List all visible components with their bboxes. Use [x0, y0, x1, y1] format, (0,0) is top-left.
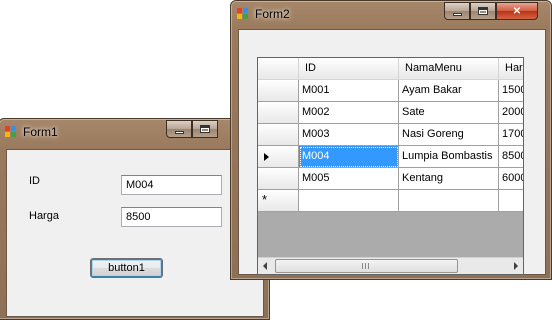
cell-namamenu[interactable]: Kentang — [399, 168, 499, 190]
minimize-icon — [452, 12, 462, 16]
row-header[interactable] — [258, 146, 299, 168]
id-label: ID — [29, 175, 40, 187]
grid-corner-header[interactable] — [258, 58, 299, 80]
form2-title-bar[interactable]: Form2 ✕ — [231, 1, 551, 27]
cell-harga[interactable]: 15000 — [499, 80, 523, 102]
scroll-thumb[interactable] — [275, 259, 458, 273]
maximize-button[interactable] — [192, 120, 218, 138]
scroll-grip-icon — [362, 263, 369, 269]
menu-data-grid[interactable]: ID NamaMenu Harga M001 Ayam Bakar 15000 … — [257, 57, 524, 275]
button1[interactable]: button1 — [90, 258, 163, 278]
form2-window: Form2 ✕ ID NamaMenu Harga M001 Ayam Baka… — [230, 0, 552, 280]
form1-title: Form1 — [23, 125, 58, 139]
maximize-icon — [478, 7, 488, 15]
column-header-id[interactable]: ID — [299, 58, 399, 80]
cell-namamenu[interactable]: Sate — [399, 102, 499, 124]
row-header[interactable] — [258, 102, 299, 124]
scroll-left-icon[interactable] — [263, 262, 267, 270]
column-header-harga[interactable]: Harga — [499, 58, 523, 80]
table-row[interactable]: M001 Ayam Bakar 15000 — [258, 80, 523, 102]
form-app-icon — [237, 8, 249, 20]
close-button[interactable]: ✕ — [496, 2, 538, 20]
harga-textbox[interactable]: 8500 — [121, 207, 222, 227]
row-header[interactable] — [258, 168, 299, 190]
minimize-button[interactable] — [444, 2, 470, 20]
form1-client-area: ID M004 Harga 8500 button1 — [6, 149, 264, 317]
horizontal-scrollbar[interactable] — [258, 257, 523, 274]
cell-harga[interactable]: 8500 — [499, 146, 523, 168]
cell-namamenu[interactable]: Ayam Bakar — [399, 80, 499, 102]
new-row-star-icon: * — [262, 192, 268, 207]
table-row[interactable]: M003 Nasi Goreng 17000 — [258, 124, 523, 146]
cell-id[interactable]: M001 — [299, 80, 399, 102]
form2-client-area: ID NamaMenu Harga M001 Ayam Bakar 15000 … — [238, 29, 546, 275]
table-row[interactable]: M005 Kentang 6000 — [258, 168, 523, 190]
cell-harga[interactable]: 6000 — [499, 168, 523, 190]
grid-header-row: ID NamaMenu Harga — [258, 58, 523, 80]
cell-harga[interactable]: 17000 — [499, 124, 523, 146]
cell-id[interactable]: M005 — [299, 168, 399, 190]
cell-namamenu[interactable]: Lumpia Bombastis — [399, 146, 499, 168]
cell-harga[interactable]: 20000 — [499, 102, 523, 124]
current-row-arrow-icon — [264, 153, 269, 161]
harga-label: Harga — [29, 210, 59, 222]
row-header[interactable]: * — [258, 190, 299, 212]
cell-id[interactable]: M004 — [299, 146, 399, 168]
minimize-button[interactable] — [166, 120, 192, 138]
scroll-right-icon[interactable] — [514, 262, 518, 270]
form1-title-bar[interactable]: Form1 — [0, 119, 269, 145]
minimize-icon — [174, 130, 184, 134]
cell-namamenu[interactable] — [399, 190, 499, 212]
form-app-icon — [5, 126, 17, 138]
cell-harga[interactable] — [499, 190, 523, 212]
cell-id[interactable] — [299, 190, 399, 212]
cell-id[interactable]: M003 — [299, 124, 399, 146]
id-textbox[interactable]: M004 — [121, 175, 222, 195]
close-icon: ✕ — [512, 5, 522, 17]
column-header-namamenu[interactable]: NamaMenu — [399, 58, 499, 80]
new-row[interactable]: * — [258, 190, 523, 212]
cell-namamenu[interactable]: Nasi Goreng — [399, 124, 499, 146]
table-row-selected[interactable]: M004 Lumpia Bombastis 8500 — [258, 146, 523, 168]
table-row[interactable]: M002 Sate 20000 — [258, 102, 523, 124]
row-header[interactable] — [258, 80, 299, 102]
maximize-button[interactable] — [470, 2, 496, 20]
maximize-icon — [200, 125, 210, 133]
form2-title: Form2 — [255, 7, 290, 21]
cell-id[interactable]: M002 — [299, 102, 399, 124]
row-header[interactable] — [258, 124, 299, 146]
